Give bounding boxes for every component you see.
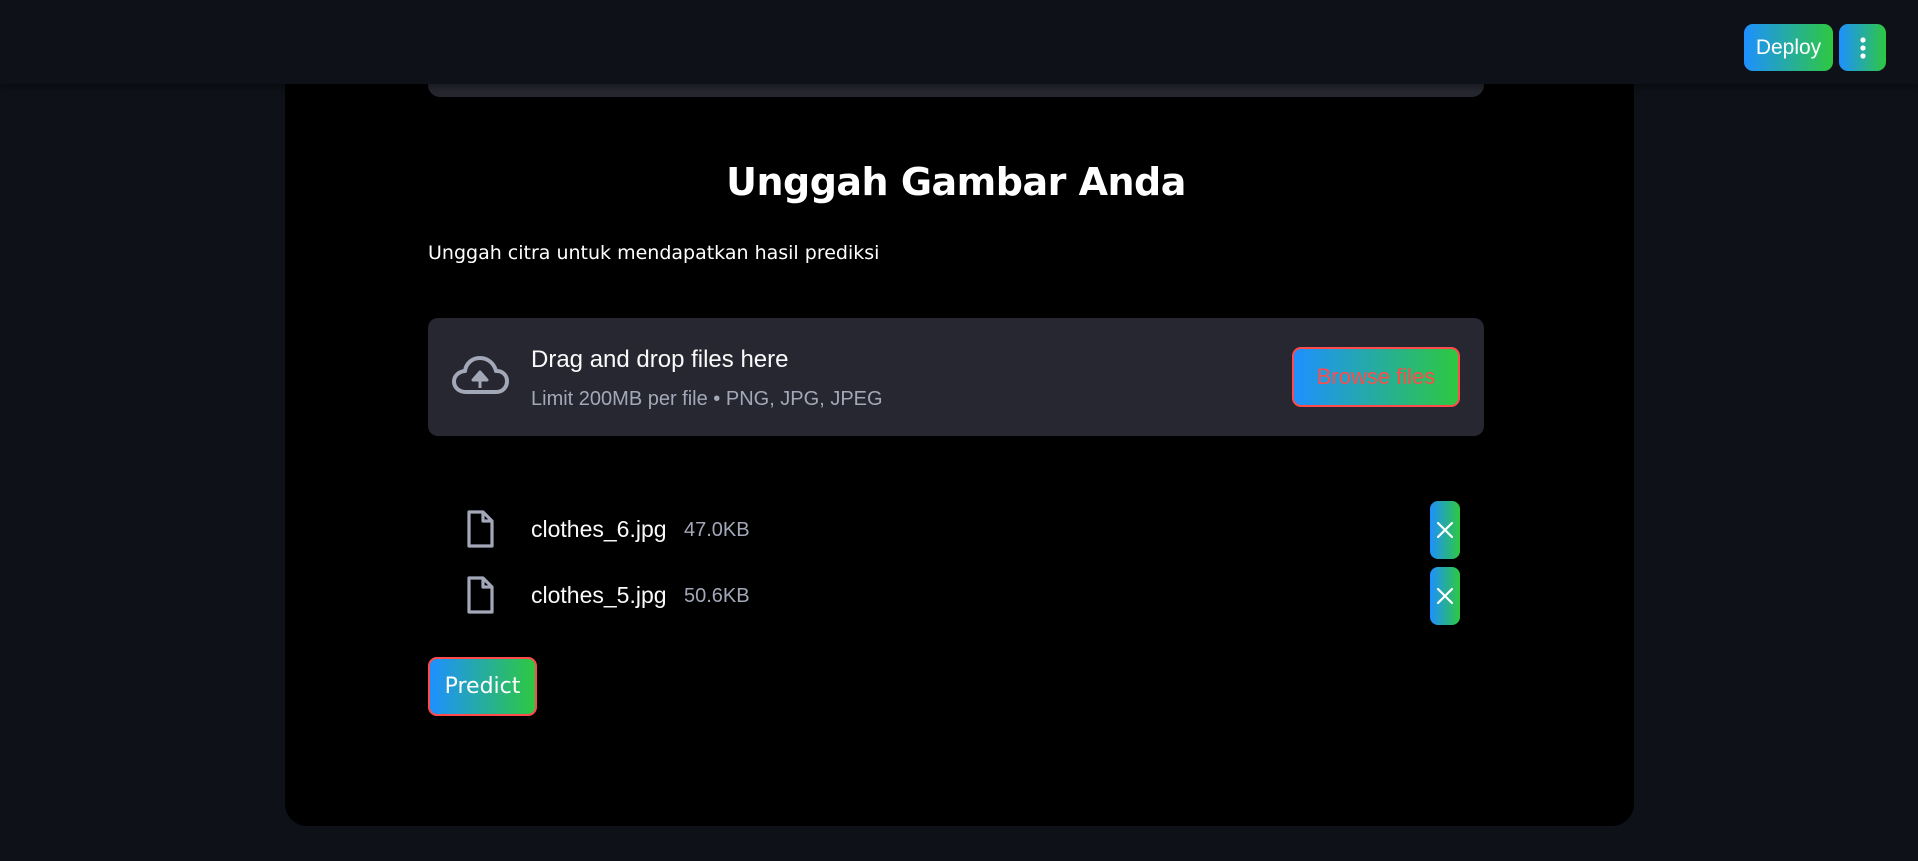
predict-button[interactable]: Predict <box>428 657 537 716</box>
page-subtitle: Unggah citra untuk mendapatkan hasil pre… <box>428 242 880 264</box>
uploaded-file-row: clothes_6.jpg 47.0KB <box>428 501 1484 559</box>
deploy-button[interactable]: Deploy <box>1744 24 1833 71</box>
file-icon <box>467 576 494 614</box>
file-size: 50.6KB <box>684 585 750 607</box>
app-header: Deploy <box>0 0 1918 84</box>
close-icon <box>1436 521 1454 539</box>
page-title: Unggah Gambar Anda <box>726 160 1186 204</box>
close-icon <box>1436 587 1454 605</box>
remove-file-button[interactable] <box>1430 501 1460 559</box>
file-size: 47.0KB <box>684 519 750 541</box>
file-name: clothes_6.jpg <box>531 516 667 542</box>
remove-file-button[interactable] <box>1430 567 1460 625</box>
browse-files-button[interactable]: Browse files <box>1292 347 1460 407</box>
dropzone-title: Drag and drop files here <box>531 346 789 373</box>
file-icon <box>467 510 494 548</box>
main-menu-button[interactable] <box>1839 24 1886 71</box>
kebab-menu-icon <box>1859 36 1866 59</box>
file-name: clothes_5.jpg <box>531 582 667 608</box>
dropzone-limit-text: Limit 200MB per file • PNG, JPG, JPEG <box>531 388 883 410</box>
uploaded-file-row: clothes_5.jpg 50.6KB <box>428 567 1484 625</box>
cloud-upload-icon <box>452 356 509 394</box>
